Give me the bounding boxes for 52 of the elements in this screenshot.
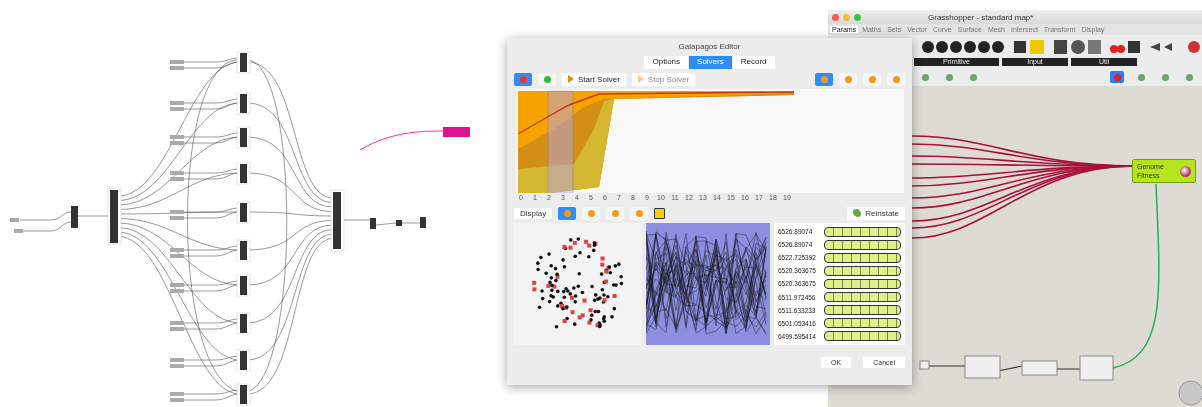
component-node[interactable] bbox=[236, 162, 251, 185]
genome-bar[interactable] bbox=[824, 265, 901, 276]
mode-icon[interactable] bbox=[538, 72, 556, 86]
component-node[interactable] bbox=[236, 274, 251, 297]
node-block[interactable] bbox=[1021, 360, 1058, 376]
component-node[interactable] bbox=[236, 51, 251, 74]
mode-icon[interactable] bbox=[514, 72, 532, 86]
genome-bar[interactable] bbox=[824, 252, 901, 263]
component-node[interactable] bbox=[236, 312, 251, 335]
close-icon[interactable] bbox=[832, 13, 839, 21]
hazard-icon[interactable] bbox=[654, 207, 666, 219]
component-node[interactable] bbox=[236, 126, 251, 149]
component-node[interactable] bbox=[370, 218, 376, 229]
component-node[interactable] bbox=[107, 187, 122, 245]
node-block[interactable] bbox=[964, 355, 1001, 379]
tab[interactable]: Record bbox=[732, 56, 775, 69]
display-mode-icon[interactable] bbox=[630, 206, 649, 220]
genome-bar[interactable] bbox=[824, 331, 901, 342]
genome-bar[interactable] bbox=[824, 318, 901, 329]
genome-bar[interactable] bbox=[824, 239, 901, 250]
component-node[interactable] bbox=[443, 127, 470, 137]
display-mode-icon[interactable] bbox=[582, 206, 601, 220]
display-mode-icon[interactable] bbox=[606, 206, 625, 220]
genome-bar[interactable] bbox=[824, 305, 901, 316]
tab[interactable]: Options bbox=[644, 56, 689, 69]
component-node[interactable] bbox=[236, 92, 251, 115]
view-icon[interactable] bbox=[863, 72, 881, 86]
component-node[interactable] bbox=[236, 201, 251, 224]
genome-bar[interactable] bbox=[824, 279, 901, 289]
window-title: Grasshopper - standard map* bbox=[928, 12, 1034, 22]
component-node[interactable] bbox=[236, 239, 251, 262]
canvas-tool-icon[interactable] bbox=[1110, 71, 1124, 83]
component-node[interactable] bbox=[396, 220, 402, 226]
ball-icon bbox=[1180, 166, 1191, 177]
component-node[interactable] bbox=[330, 189, 345, 252]
component-node[interactable] bbox=[236, 383, 251, 406]
dialog-title: Galapagos Editor bbox=[677, 41, 742, 53]
zoom-icon[interactable] bbox=[854, 13, 861, 21]
genome-bar[interactable] bbox=[824, 226, 901, 237]
reinstate-button[interactable]: Reinstate bbox=[847, 206, 905, 220]
node-block[interactable] bbox=[919, 360, 930, 370]
view-icon[interactable] bbox=[815, 72, 833, 86]
component-node[interactable] bbox=[236, 349, 251, 372]
genome-bar[interactable] bbox=[824, 292, 901, 303]
component-node[interactable] bbox=[420, 217, 426, 228]
display-label: Display bbox=[514, 207, 553, 219]
view-icon[interactable] bbox=[839, 72, 857, 86]
display-mode-icon[interactable] bbox=[558, 206, 577, 220]
solver-button[interactable]: Start Solver bbox=[562, 72, 626, 86]
view-icon[interactable] bbox=[887, 72, 905, 86]
component-node[interactable] bbox=[71, 206, 78, 228]
node-block[interactable] bbox=[1079, 355, 1114, 381]
